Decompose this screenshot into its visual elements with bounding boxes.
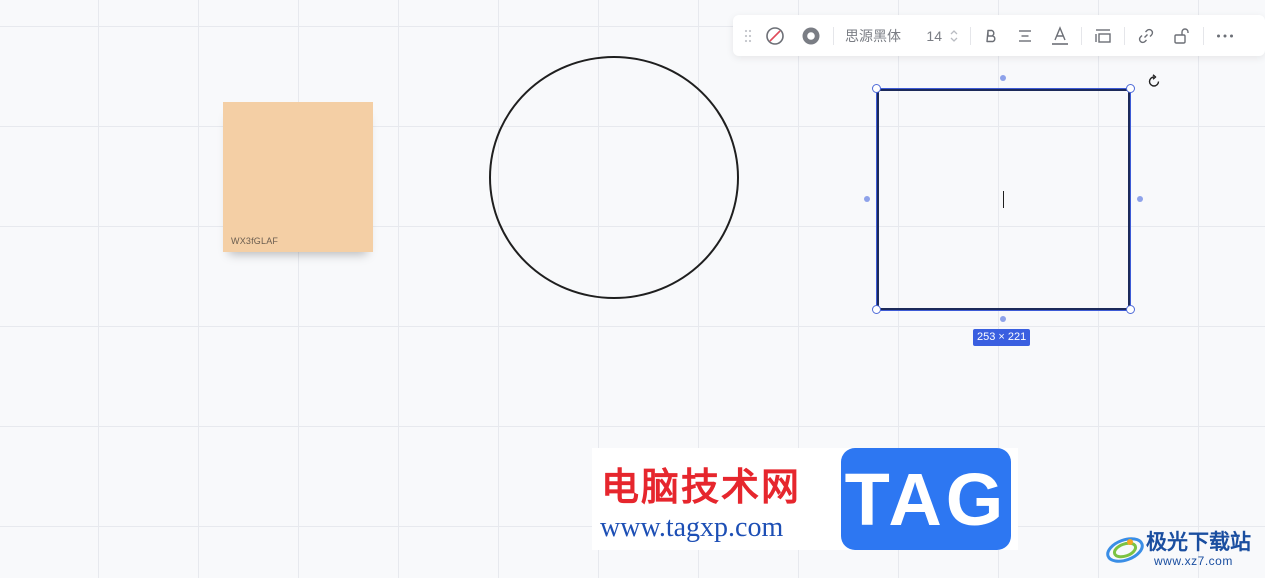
bold-button[interactable]	[975, 15, 1007, 56]
connector-point-left[interactable]	[864, 196, 870, 202]
drag-handle-icon[interactable]	[739, 15, 757, 56]
rotate-icon[interactable]	[1146, 73, 1162, 89]
sticky-note[interactable]: WX3fGLAF	[223, 102, 373, 252]
format-toolbar: 思源黑体 14	[733, 15, 1265, 56]
text-color-icon	[1052, 25, 1068, 45]
link-button[interactable]	[1129, 15, 1163, 56]
link-icon	[1138, 28, 1154, 43]
circle-shape[interactable]	[489, 56, 739, 299]
text-color-button[interactable]	[1043, 15, 1077, 56]
stepper-icon	[950, 29, 958, 42]
watermark-site2-url: www.xz7.com	[1154, 554, 1233, 568]
more-icon	[1217, 34, 1233, 37]
resize-handle-top-right[interactable]	[1126, 84, 1135, 93]
font-size-value[interactable]: 14	[908, 15, 942, 56]
watermark-site2-name: 极光下载站	[1146, 530, 1251, 554]
stroke-icon	[802, 27, 820, 44]
no-fill-icon	[766, 26, 784, 45]
more-button[interactable]	[1208, 15, 1242, 56]
text-align-button[interactable]	[1007, 15, 1043, 56]
size-badge: 253 × 221	[973, 329, 1031, 346]
toolbar-divider	[1124, 26, 1125, 45]
connector-point-bottom[interactable]	[1000, 316, 1006, 322]
resize-handle-bottom-left[interactable]	[872, 305, 881, 314]
font-family-select[interactable]: 思源黑体	[838, 15, 908, 56]
layer-button[interactable]	[1086, 15, 1120, 56]
toolbar-divider	[1203, 26, 1204, 45]
resize-handle-bottom-right[interactable]	[1126, 305, 1135, 314]
watermark-title: 电脑技术网	[601, 465, 802, 509]
connector-point-top[interactable]	[1000, 75, 1006, 81]
sticky-note-label: WX3fGLAF	[231, 236, 279, 246]
toolbar-divider	[1081, 26, 1082, 45]
bold-icon	[986, 29, 996, 42]
resize-handle-top-left[interactable]	[872, 84, 881, 93]
fill-color-button[interactable]	[757, 15, 793, 56]
connector-point-right[interactable]	[1137, 196, 1143, 202]
unlock-icon	[1174, 27, 1189, 44]
watermark-tag-text: TAG	[844, 457, 1008, 541]
watermark-site2: 极光下载站 www.xz7.com	[1100, 522, 1260, 574]
toolbar-divider	[833, 26, 834, 45]
stroke-color-button[interactable]	[793, 15, 829, 56]
watermark-tag-logo: TAG	[841, 448, 1011, 550]
lock-button[interactable]	[1163, 15, 1199, 56]
layer-icon	[1095, 28, 1111, 43]
watermark-url: www.tagxp.com	[600, 512, 784, 543]
text-cursor	[1003, 191, 1004, 208]
font-size-stepper[interactable]	[942, 15, 966, 56]
align-center-icon	[1019, 29, 1031, 42]
aurora-logo-icon	[1106, 537, 1144, 563]
toolbar-divider	[970, 26, 971, 45]
